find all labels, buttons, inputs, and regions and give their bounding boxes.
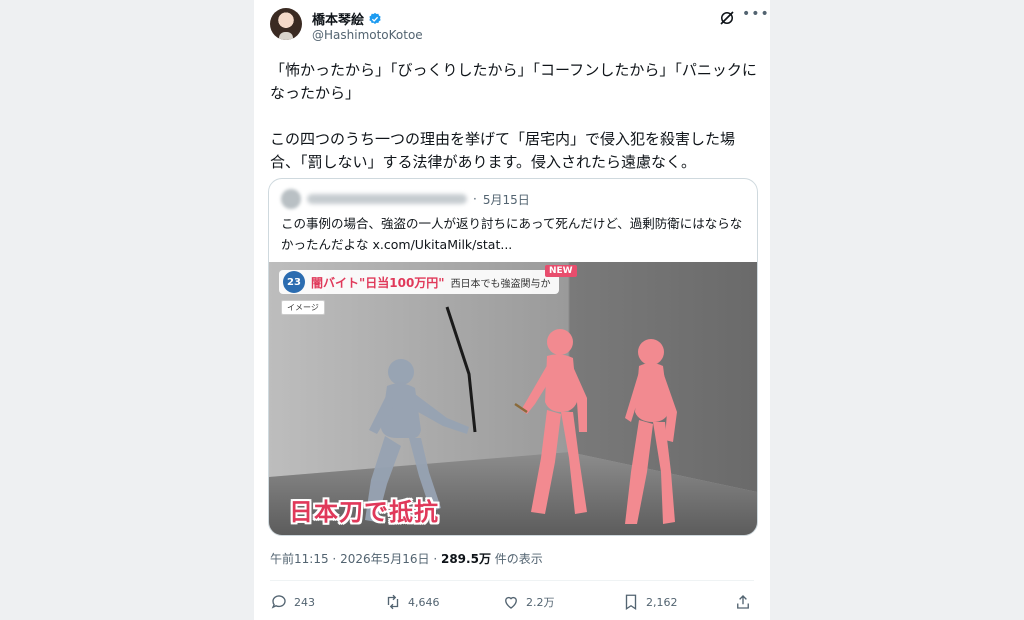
quoted-date: 5月15日	[482, 192, 530, 207]
heart-icon	[505, 596, 517, 609]
quoted-author-blurred	[307, 194, 467, 204]
share-button[interactable]	[734, 593, 752, 611]
channel-badge: 23	[283, 271, 305, 293]
more-icon[interactable]: •••	[742, 6, 770, 22]
tweet-text: 「怖かったから」「びっくりしたから」「コーフンしたから」「パニックになったから」…	[270, 61, 757, 171]
tweet-time[interactable]: 午前11:15	[270, 552, 329, 566]
retweet-count: 4,646	[408, 595, 440, 609]
share-icon	[737, 595, 749, 609]
bookmark-icon	[625, 594, 637, 611]
news-subhead: 西日本でも強盗関与か	[450, 278, 551, 290]
grok-icon[interactable]	[718, 9, 736, 27]
bookmark-count: 2,162	[646, 595, 678, 609]
author-handle[interactable]: @HashimotoKotoe	[312, 28, 423, 42]
action-bar: 243 4,646 2.2万 2,162	[270, 593, 756, 615]
tweet-card: 橋本琴絵 @HashimotoKotoe ••• 「怖かったから」「びっくりした…	[254, 0, 770, 620]
bookmark-button[interactable]: 2,162	[622, 593, 678, 611]
like-button[interactable]: 2.2万	[502, 593, 555, 611]
quoted-header: · 5月15日	[281, 189, 530, 209]
author-display-name[interactable]: 橋本琴絵	[312, 9, 364, 28]
meta-separator: ·	[332, 552, 341, 566]
retweet-button[interactable]: 4,646	[384, 593, 440, 611]
quoted-avatar-blurred	[281, 189, 301, 209]
reply-button[interactable]: 243	[270, 593, 315, 611]
quoted-tweet[interactable]: · 5月15日 この事例の場合、強盗の一人が返り討ちにあって死んだけど、過剰防衛…	[268, 178, 758, 536]
news-headline: 闇バイト"日当100万円"	[311, 275, 445, 290]
divider	[270, 580, 754, 581]
verified-badge-icon	[369, 12, 381, 24]
view-count: 289.5万	[440, 552, 491, 566]
quoted-link[interactable]: x.com/UkitaMilk/stat...	[373, 237, 513, 252]
tweet-date[interactable]: 2026年5月16日	[340, 552, 429, 566]
like-count: 2.2万	[526, 596, 555, 609]
media-caption: 日本刀で抵抗	[289, 498, 439, 526]
separator-dot: ·	[473, 192, 477, 206]
quoted-text: この事例の場合、強盗の一人が返り討ちにあって死んだけど、過剰防衛にはならなかった…	[281, 213, 747, 255]
news-banner: 23 闇バイト"日当100万円" 西日本でも強盗関与か	[279, 270, 559, 294]
reply-count: 243	[294, 595, 315, 609]
view-label: 件の表示	[494, 552, 543, 566]
author-avatar[interactable]	[270, 8, 302, 40]
image-tag: イメージ	[281, 300, 325, 315]
retweet-icon	[387, 594, 399, 610]
new-badge: NEW	[545, 265, 577, 277]
quoted-media[interactable]: 23 闇バイト"日当100万円" 西日本でも強盗関与か NEW イメージ 日本刀…	[269, 262, 757, 535]
reply-icon	[271, 595, 286, 609]
meta-separator: ·	[433, 552, 441, 566]
author-name-row: 橋本琴絵	[312, 9, 382, 28]
tweet-meta: 午前11:15 · 2026年5月16日 · 289.5万 件の表示	[270, 550, 543, 567]
